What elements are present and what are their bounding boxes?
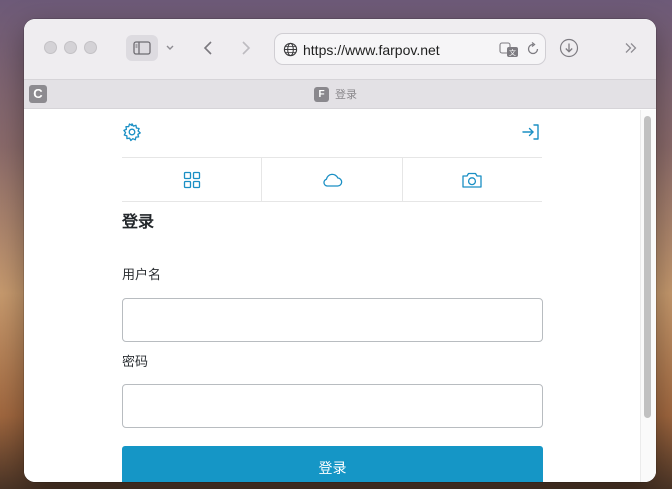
page-topbar bbox=[122, 110, 542, 158]
download-icon bbox=[559, 38, 579, 58]
camera-icon bbox=[462, 172, 482, 188]
grid-icon bbox=[183, 171, 200, 188]
cloud-icon bbox=[323, 173, 343, 187]
nav-grid[interactable] bbox=[122, 158, 261, 201]
forward-button[interactable] bbox=[238, 36, 254, 60]
browser-toolbar: https://www.farpov.net 文 bbox=[24, 19, 656, 79]
password-input[interactable] bbox=[122, 384, 543, 428]
tab-title: 登录 bbox=[335, 89, 357, 101]
password-label: 密码 bbox=[122, 354, 149, 369]
sidebar-icon bbox=[133, 41, 151, 55]
chevron-down-icon bbox=[166, 45, 174, 50]
tab-bar: C F 登录 bbox=[24, 79, 656, 109]
minimize-window-button[interactable] bbox=[64, 41, 77, 54]
tab-favicon: F bbox=[314, 86, 329, 102]
page-title: 登录 bbox=[122, 214, 155, 231]
username-input[interactable] bbox=[122, 298, 543, 342]
sign-in-button[interactable] bbox=[520, 122, 542, 147]
address-bar[interactable]: https://www.farpov.net 文 bbox=[274, 33, 546, 65]
globe-icon bbox=[283, 42, 298, 57]
chevron-left-icon bbox=[203, 41, 212, 55]
active-tab[interactable]: F 登录 bbox=[314, 86, 357, 102]
nav-camera[interactable] bbox=[401, 158, 542, 201]
overflow-button[interactable] bbox=[622, 39, 640, 57]
tab-group-chevron-button[interactable] bbox=[164, 41, 176, 55]
back-button[interactable] bbox=[200, 36, 216, 60]
reload-icon[interactable] bbox=[525, 41, 541, 57]
pinned-tab[interactable]: C bbox=[29, 85, 47, 103]
page-content: 登录 用户名 密码 登录 bbox=[24, 110, 656, 482]
double-chevron-right-icon bbox=[625, 43, 637, 53]
zoom-window-button[interactable] bbox=[84, 41, 97, 54]
login-submit-button[interactable]: 登录 bbox=[122, 446, 543, 482]
nav-icon-row bbox=[122, 158, 542, 202]
chevron-right-icon bbox=[242, 41, 251, 55]
nav-cloud[interactable] bbox=[261, 158, 401, 201]
downloads-button[interactable] bbox=[558, 37, 580, 59]
browser-window: https://www.farpov.net 文 C F 登录 登录 用户名 密… bbox=[24, 19, 656, 482]
scrollbar-thumb[interactable] bbox=[644, 116, 651, 418]
translate-icon[interactable]: 文 bbox=[499, 42, 519, 58]
close-window-button[interactable] bbox=[44, 41, 57, 54]
settings-button[interactable] bbox=[122, 122, 142, 147]
sidebar-toggle-button[interactable] bbox=[126, 35, 158, 61]
username-label: 用户名 bbox=[122, 267, 162, 282]
address-url: https://www.farpov.net bbox=[303, 42, 440, 58]
gear-icon bbox=[123, 123, 141, 142]
svg-text:文: 文 bbox=[509, 48, 516, 57]
sign-in-icon bbox=[522, 124, 539, 140]
